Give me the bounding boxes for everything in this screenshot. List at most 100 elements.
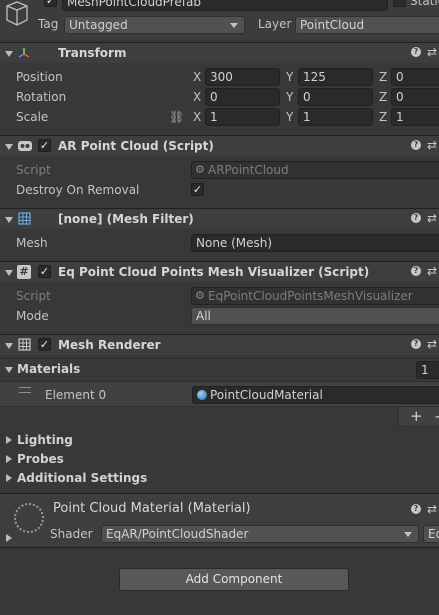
transform-title: Transform bbox=[58, 46, 127, 60]
additional-settings-foldout[interactable]: Additional Settings bbox=[0, 470, 200, 487]
scale-x-field[interactable]: 1 bbox=[205, 108, 280, 126]
probes-label: Probes bbox=[17, 452, 64, 466]
position-z-label: Z bbox=[379, 70, 388, 84]
mesh-renderer-icon bbox=[18, 338, 31, 351]
scale-label: Scale bbox=[16, 110, 49, 124]
rotation-x-label: X bbox=[193, 90, 202, 104]
visualizer-script-value: EqPointCloudPointsMeshVisualizer bbox=[208, 289, 413, 303]
chevron-down-icon bbox=[404, 532, 412, 537]
foldout-arrow-icon[interactable] bbox=[5, 51, 13, 57]
script-file-icon: ⚙ bbox=[195, 163, 205, 176]
help-icon[interactable]: ? bbox=[411, 504, 421, 514]
settings-icon[interactable]: ⇄ bbox=[427, 45, 437, 59]
position-x-field[interactable]: 300 bbox=[205, 68, 280, 86]
ar-point-cloud-enabled-checkbox[interactable]: ✓ bbox=[38, 139, 51, 152]
mesh-field[interactable]: None (Mesh) bbox=[191, 234, 439, 252]
probes-foldout[interactable]: Probes bbox=[0, 451, 200, 468]
position-x-label: X bbox=[193, 70, 202, 84]
rotation-y-field[interactable]: 0 bbox=[298, 88, 373, 106]
settings-icon[interactable]: ⇄ bbox=[427, 337, 437, 351]
mesh-renderer-enabled-checkbox[interactable]: ✓ bbox=[38, 338, 51, 351]
edit-shader-label: Ed bbox=[428, 527, 439, 541]
scale-z-label: Z bbox=[379, 110, 388, 124]
layer-value: PointCloud bbox=[300, 18, 365, 32]
static-label: Static bbox=[410, 0, 439, 8]
gameobject-cube-icon bbox=[3, 0, 31, 28]
foldout-arrow-icon[interactable] bbox=[6, 534, 12, 542]
materials-count-field[interactable]: 1 bbox=[416, 361, 439, 379]
mesh-renderer-title: Mesh Renderer bbox=[58, 338, 161, 352]
shader-label: Shader bbox=[50, 527, 93, 541]
link-scale-icon[interactable]: ⛓ bbox=[169, 110, 184, 124]
lighting-label: Lighting bbox=[17, 433, 73, 447]
script-component-icon bbox=[17, 139, 33, 153]
settings-icon[interactable]: ⇄ bbox=[427, 138, 437, 152]
remove-element-button[interactable]: - bbox=[435, 407, 439, 425]
ar-point-cloud-script-value: ARPointCloud bbox=[208, 163, 289, 177]
lighting-foldout[interactable]: Lighting bbox=[0, 432, 200, 449]
shader-dropdown[interactable]: EqAR/PointCloudShader bbox=[101, 525, 419, 543]
script-file-icon: ⚙ bbox=[195, 289, 205, 302]
drag-handle-icon[interactable] bbox=[19, 387, 31, 393]
settings-icon[interactable]: ⇄ bbox=[427, 502, 437, 516]
help-icon[interactable]: ? bbox=[411, 339, 421, 349]
foldout-arrow-icon[interactable] bbox=[6, 436, 12, 444]
visualizer-script-field: ⚙ EqPointCloudPointsMeshVisualizer bbox=[191, 287, 439, 305]
ar-point-cloud-header[interactable]: ✓ AR Point Cloud (Script) ? ⇄ bbox=[0, 135, 439, 156]
script-label: Script bbox=[16, 163, 51, 177]
material-section: Point Cloud Material (Material) ? ⇄ Shad… bbox=[0, 493, 439, 548]
tag-dropdown[interactable]: Untagged bbox=[64, 16, 245, 34]
static-checkbox[interactable] bbox=[393, 0, 406, 7]
position-z-field[interactable]: 0 bbox=[391, 68, 439, 86]
visualizer-header[interactable]: # ✓ Eq Point Cloud Points Mesh Visualize… bbox=[0, 261, 439, 282]
help-icon[interactable]: ? bbox=[411, 213, 421, 223]
mode-label: Mode bbox=[16, 309, 49, 323]
foldout-arrow-icon[interactable] bbox=[5, 144, 13, 150]
transform-axes-icon bbox=[17, 46, 31, 60]
foldout-arrow-icon[interactable] bbox=[5, 367, 13, 373]
help-icon[interactable]: ? bbox=[411, 140, 421, 150]
position-label: Position bbox=[16, 70, 63, 84]
foldout-arrow-icon[interactable] bbox=[5, 343, 13, 349]
materials-foldout[interactable]: Materials 1 bbox=[0, 358, 439, 380]
mesh-filter-header[interactable]: [none] (Mesh Filter) ? ⇄ bbox=[0, 208, 439, 229]
layer-dropdown[interactable]: PointCloud bbox=[295, 16, 439, 34]
material-title: Point Cloud Material (Material) bbox=[53, 501, 251, 516]
add-component-button[interactable]: Add Component bbox=[119, 568, 349, 591]
element-0-label: Element 0 bbox=[45, 388, 107, 402]
foldout-arrow-icon[interactable] bbox=[6, 474, 12, 482]
tag-label: Tag bbox=[38, 17, 59, 31]
visualizer-enabled-checkbox[interactable]: ✓ bbox=[38, 265, 51, 278]
rotation-z-field[interactable]: 0 bbox=[391, 88, 439, 106]
element-0-field[interactable]: PointCloudMaterial bbox=[192, 386, 439, 404]
destroy-on-removal-checkbox[interactable]: ✓ bbox=[191, 183, 204, 196]
shader-value: EqAR/PointCloudShader bbox=[106, 527, 249, 541]
active-checkbox[interactable]: ✓ bbox=[44, 0, 57, 7]
foldout-arrow-icon[interactable] bbox=[6, 455, 12, 463]
tag-value: Untagged bbox=[69, 18, 128, 32]
scale-z-field[interactable]: 1 bbox=[391, 108, 439, 126]
help-icon[interactable]: ? bbox=[411, 266, 421, 276]
scale-y-field[interactable]: 1 bbox=[298, 108, 373, 126]
help-icon[interactable]: ? bbox=[411, 47, 421, 57]
mode-value: All bbox=[196, 309, 211, 323]
rotation-z-label: Z bbox=[379, 90, 388, 104]
object-name-field[interactable]: MeshPointCloudPrefab bbox=[62, 0, 388, 11]
mode-dropdown[interactable]: All bbox=[191, 307, 439, 325]
add-element-button[interactable]: + bbox=[410, 407, 423, 425]
edit-shader-button[interactable]: Ed bbox=[423, 525, 439, 543]
destroy-on-removal-label: Destroy On Removal bbox=[16, 183, 140, 197]
rotation-x-field[interactable]: 0 bbox=[205, 88, 280, 106]
settings-icon[interactable]: ⇄ bbox=[427, 264, 437, 278]
position-y-label: Y bbox=[286, 70, 294, 84]
element-0-value: PointCloudMaterial bbox=[210, 388, 323, 402]
foldout-arrow-icon[interactable] bbox=[5, 217, 13, 223]
materials-label: Materials bbox=[17, 362, 81, 376]
ar-point-cloud-title: AR Point Cloud (Script) bbox=[58, 139, 214, 153]
transform-header[interactable]: Transform ? ⇄ bbox=[0, 42, 439, 63]
position-y-field[interactable]: 125 bbox=[298, 68, 373, 86]
scale-y-label: Y bbox=[286, 110, 294, 124]
settings-icon[interactable]: ⇄ bbox=[427, 211, 437, 225]
mesh-renderer-header[interactable]: ✓ Mesh Renderer ? ⇄ bbox=[0, 334, 439, 355]
foldout-arrow-icon[interactable] bbox=[5, 270, 13, 276]
